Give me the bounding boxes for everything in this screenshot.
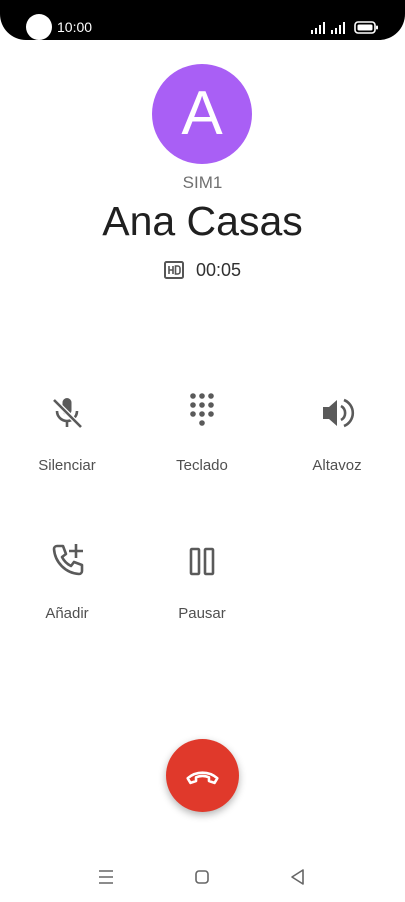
menu-icon[interactable] — [94, 866, 118, 888]
speaker-icon — [323, 398, 355, 428]
end-call-button[interactable] — [166, 739, 239, 812]
mic-off-icon — [52, 398, 83, 429]
dialpad-icon — [190, 393, 214, 426]
status-time: 10:00 — [57, 19, 93, 35]
back-icon[interactable] — [286, 866, 310, 888]
keypad-label: Teclado — [176, 457, 228, 474]
pause-icon — [189, 547, 215, 576]
call-info-row: 00:05 — [0, 258, 405, 282]
hang-up-icon — [186, 771, 219, 785]
add-call-icon — [52, 544, 84, 576]
signal-icon — [331, 22, 345, 34]
camera-cutout — [26, 14, 52, 40]
sim-label: SIM1 — [182, 173, 223, 192]
keypad-button[interactable]: Teclado — [147, 393, 257, 493]
caller-name: Ana Casas — [102, 198, 303, 244]
avatar: A — [152, 64, 252, 164]
signal-icon — [311, 22, 325, 34]
add-call-label: Añadir — [45, 605, 89, 622]
home-icon[interactable] — [190, 866, 214, 888]
hold-label: Pausar — [178, 605, 226, 622]
add-call-button[interactable]: Añadir — [12, 541, 122, 641]
status-icons — [311, 21, 378, 34]
speaker-label: Altavoz — [312, 457, 362, 474]
call-duration: 00:05 — [195, 259, 242, 280]
hold-button[interactable]: Pausar — [147, 541, 257, 641]
status-bar: 10:00 — [0, 0, 405, 40]
battery-icon — [354, 21, 378, 34]
mute-label: Silenciar — [38, 457, 96, 474]
speaker-button[interactable]: Altavoz — [282, 393, 392, 493]
hd-icon — [163, 261, 184, 279]
mute-button[interactable]: Silenciar — [12, 393, 122, 493]
